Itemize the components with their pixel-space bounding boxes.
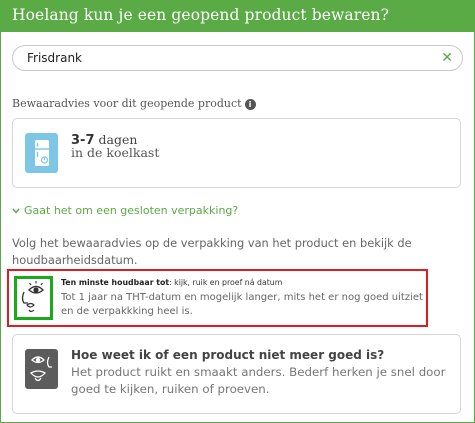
tht-heading: Ten minste houdbaar tot: kijk, ruik en p… xyxy=(61,278,282,287)
spoiled-body: Het product ruikt en smaakt anders. Bede… xyxy=(71,365,446,396)
senses-icon xyxy=(25,349,58,389)
closed-packaging-toggle[interactable]: Gaat het om een gesloten verpakking? xyxy=(12,204,238,217)
advice-heading-label: Bewaaradvies voor dit geopende product xyxy=(12,97,242,110)
advice-heading: Bewaaradvies voor dit geopende product i xyxy=(12,97,256,110)
closed-packaging-text: Volg het bewaaradvies op de verpakking v… xyxy=(12,236,412,267)
tht-body: Tot 1 jaar na THT-datum en mogelijk lang… xyxy=(61,292,423,317)
fridge-icon xyxy=(25,133,58,173)
tht-info-box: Ten minste houdbaar tot: kijk, ruik en p… xyxy=(7,269,428,327)
tht-heading-rest: : kijk, ruik en proef ná datum xyxy=(169,278,283,287)
tht-heading-bold: Ten minste houdbaar tot xyxy=(61,278,170,287)
info-icon[interactable]: i xyxy=(244,99,256,110)
advice-card: 3-7 dagen in de koelkast xyxy=(12,118,461,188)
clear-icon[interactable]: ✕ xyxy=(441,50,453,66)
header-bar: Hoelang kun je een geopend product bewar… xyxy=(0,0,475,32)
chevron-down-icon xyxy=(12,206,20,217)
closed-packaging-toggle-label[interactable]: Gaat het om een gesloten verpakking? xyxy=(24,204,238,217)
page-title: Hoelang kun je een geopend product bewar… xyxy=(12,6,390,24)
search-value[interactable]: Frisdrank xyxy=(27,51,82,65)
search-input[interactable]: Frisdrank ✕ xyxy=(12,45,463,71)
spoiled-title: Hoe weet ik of een product niet meer goe… xyxy=(71,348,385,362)
spoiled-info-card: Hoe weet ik of een product niet meer goe… xyxy=(12,334,461,414)
face-senses-icon xyxy=(14,276,53,320)
storage-location: in de koelkast xyxy=(71,145,160,160)
